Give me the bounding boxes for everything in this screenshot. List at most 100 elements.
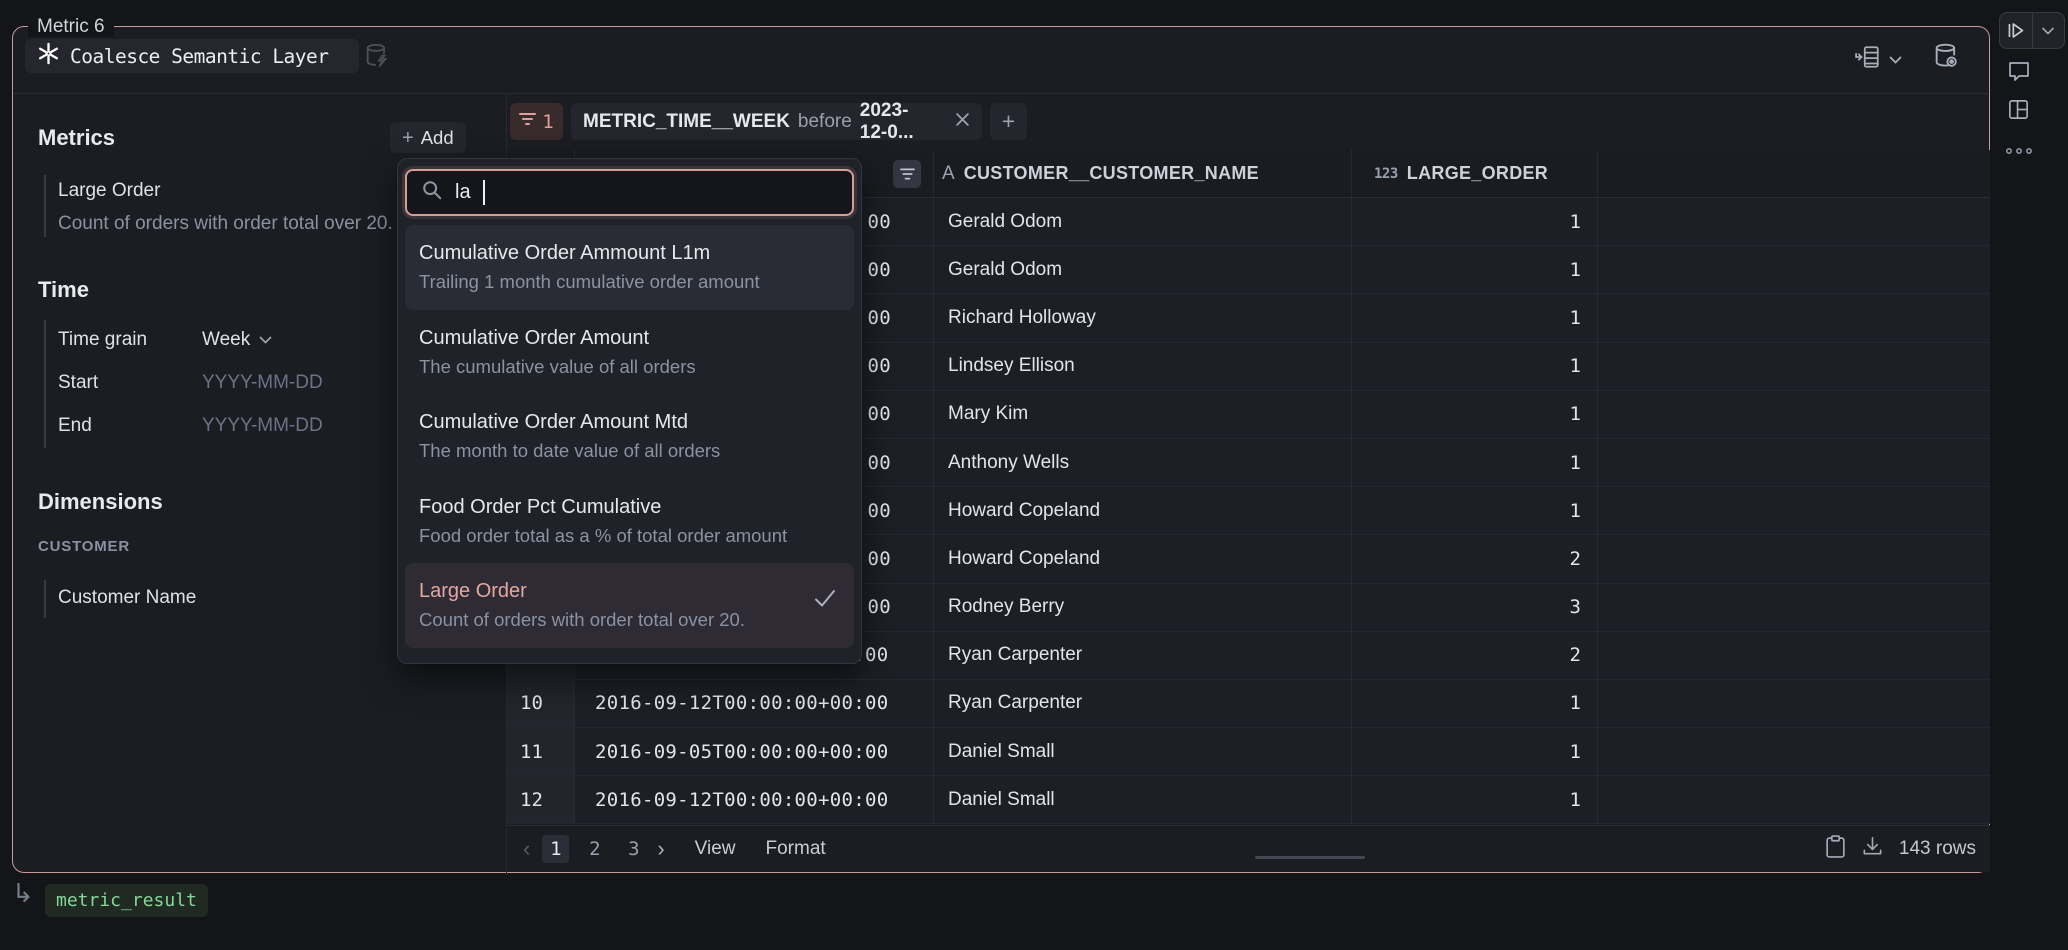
format-menu[interactable]: Format	[766, 838, 826, 860]
cell-value[interactable]: 1	[1352, 680, 1598, 727]
table-row[interactable]: 12 2016-09-12T00:00:00+00:00 Daniel Smal…	[507, 776, 1990, 824]
dimension-name[interactable]: Customer Name	[58, 587, 196, 609]
page-number[interactable]: 3	[620, 835, 647, 863]
next-page-icon[interactable]: ›	[657, 836, 664, 862]
add-metric-button[interactable]: + Add	[390, 122, 466, 153]
metric-option[interactable]: Large Order Count of orders with order t…	[405, 563, 854, 648]
page-number[interactable]: 1	[542, 835, 569, 863]
name-column-header[interactable]: A CUSTOMER__CUSTOMER_NAME	[934, 150, 1352, 197]
text-caret	[483, 180, 485, 205]
source-selector[interactable]: Coalesce Semantic Layer	[25, 39, 359, 73]
horizontal-scrollbar[interactable]	[1255, 856, 1365, 859]
end-date-input[interactable]: YYYY-MM-DD	[202, 415, 323, 437]
cell-value[interactable]: 1	[1352, 343, 1598, 390]
view-menu[interactable]: View	[695, 838, 736, 860]
filter-field: METRIC_TIME__WEEK	[583, 111, 790, 133]
result-variable-chip[interactable]: metric_result	[45, 884, 208, 917]
row-count: 143 rows	[1899, 838, 1976, 860]
metric-option[interactable]: Food Order Pct Cumulative Food order tot…	[405, 479, 854, 564]
copy-table-icon[interactable]	[1825, 835, 1846, 864]
dimensions-heading: Dimensions	[38, 489, 163, 515]
selected-metric-name[interactable]: Large Order	[58, 180, 160, 202]
cell-name[interactable]: Richard Holloway	[934, 294, 1352, 341]
start-label: Start	[58, 372, 98, 394]
row-index: 12	[507, 776, 575, 823]
cell-name[interactable]: Gerald Odom	[934, 246, 1352, 293]
cell-date[interactable]: 2016-09-12T00:00:00+00:00	[575, 680, 934, 727]
metric-option[interactable]: Cumulative Order Ammount L1m Trailing 1 …	[405, 225, 854, 310]
cell-value[interactable]: 1	[1352, 439, 1598, 486]
metric-option[interactable]: Cumulative Order Amount Mtd The month to…	[405, 394, 854, 479]
cell-empty	[1598, 343, 1990, 390]
option-title: Cumulative Order Amount	[419, 323, 840, 353]
cell-name[interactable]: Howard Copeland	[934, 535, 1352, 582]
start-date-input[interactable]: YYYY-MM-DD	[202, 372, 323, 394]
run-options-chevron-icon[interactable]	[2033, 13, 2065, 48]
cell-date[interactable]: 2016-09-05T00:00:00+00:00	[575, 728, 934, 775]
number-type-icon: 123	[1374, 166, 1398, 182]
cell-value[interactable]: 2	[1352, 632, 1598, 679]
value-column-header[interactable]: 123 LARGE_ORDER	[1352, 150, 1598, 197]
table-footer: ‹ 123 › View Format 143 rows	[507, 825, 1990, 872]
filter-count: 1	[542, 111, 553, 133]
snowflake-icon	[37, 42, 60, 70]
cell-name[interactable]: Ryan Carpenter	[934, 632, 1352, 679]
text-type-icon: A	[942, 163, 955, 185]
filter-value: 2023-12-0...	[860, 100, 935, 144]
metric-search-input[interactable]: la	[405, 169, 854, 216]
cell-empty	[1598, 776, 1990, 823]
table-row[interactable]: 10 2016-09-12T00:00:00+00:00 Ryan Carpen…	[507, 680, 1990, 728]
comment-icon[interactable]	[2007, 60, 2031, 88]
metrics-heading: Metrics	[38, 125, 115, 151]
cell-date[interactable]: 2016-09-12T00:00:00+00:00	[575, 776, 934, 823]
cell-value[interactable]: 1	[1352, 728, 1598, 775]
metric-option[interactable]: Cumulative Order Amount The cumulative v…	[405, 310, 854, 395]
search-query: la	[455, 181, 471, 204]
cell-name[interactable]: Lindsey Ellison	[934, 343, 1352, 390]
download-icon[interactable]	[1861, 835, 1884, 863]
cell-name[interactable]: Ryan Carpenter	[934, 680, 1352, 727]
time-heading: Time	[38, 277, 89, 303]
cell-empty	[1598, 391, 1990, 438]
filter-count-chip[interactable]: 1	[510, 103, 563, 140]
time-grain-select[interactable]: Week	[202, 329, 272, 351]
cell-name[interactable]: Howard Copeland	[934, 487, 1352, 534]
return-arrow-icon: ↳	[12, 878, 34, 909]
page-number[interactable]: 2	[581, 835, 608, 863]
cell-value[interactable]: 3	[1352, 584, 1598, 631]
run-cell-button[interactable]	[1999, 12, 2065, 49]
option-title: Cumulative Order Amount Mtd	[419, 407, 840, 437]
column-filter-icon[interactable]	[893, 160, 921, 188]
more-options-icon[interactable]	[2004, 143, 2036, 161]
chevron-down-icon[interactable]	[1889, 51, 1902, 69]
cell-value[interactable]: 1	[1352, 776, 1598, 823]
cell-empty	[1598, 439, 1990, 486]
prev-page-icon[interactable]: ‹	[523, 836, 530, 862]
add-filter-button[interactable]: +	[990, 103, 1027, 140]
option-title: Food Order Pct Cumulative	[419, 492, 840, 522]
database-lightning-icon[interactable]	[363, 42, 391, 75]
cell-value[interactable]: 1	[1352, 487, 1598, 534]
layout-grid-icon[interactable]	[2007, 98, 2030, 126]
cell-value[interactable]: 1	[1352, 391, 1598, 438]
cell-value[interactable]: 1	[1352, 294, 1598, 341]
metric-options-list: Cumulative Order Ammount L1m Trailing 1 …	[405, 225, 854, 648]
cell-empty	[1598, 198, 1990, 245]
cell-name[interactable]: Gerald Odom	[934, 198, 1352, 245]
database-preview-icon[interactable]	[1932, 42, 1960, 75]
close-icon[interactable]	[955, 111, 970, 133]
cell-value[interactable]: 1	[1352, 198, 1598, 245]
cell-name[interactable]: Daniel Small	[934, 728, 1352, 775]
cell-value[interactable]: 2	[1352, 535, 1598, 582]
cell-name[interactable]: Rodney Berry	[934, 584, 1352, 631]
cell-name[interactable]: Anthony Wells	[934, 439, 1352, 486]
cell-value[interactable]: 1	[1352, 246, 1598, 293]
run-icon[interactable]	[2000, 13, 2032, 48]
cell-name[interactable]: Daniel Small	[934, 776, 1352, 823]
table-row[interactable]: 11 2016-09-05T00:00:00+00:00 Daniel Smal…	[507, 728, 1990, 776]
cell-name[interactable]: Mary Kim	[934, 391, 1352, 438]
filter-chip[interactable]: METRIC_TIME__WEEK before 2023-12-0...	[571, 103, 982, 140]
cell-empty	[1598, 632, 1990, 679]
push-to-table-icon[interactable]	[1855, 44, 1881, 75]
filter-operator: before	[798, 111, 852, 133]
